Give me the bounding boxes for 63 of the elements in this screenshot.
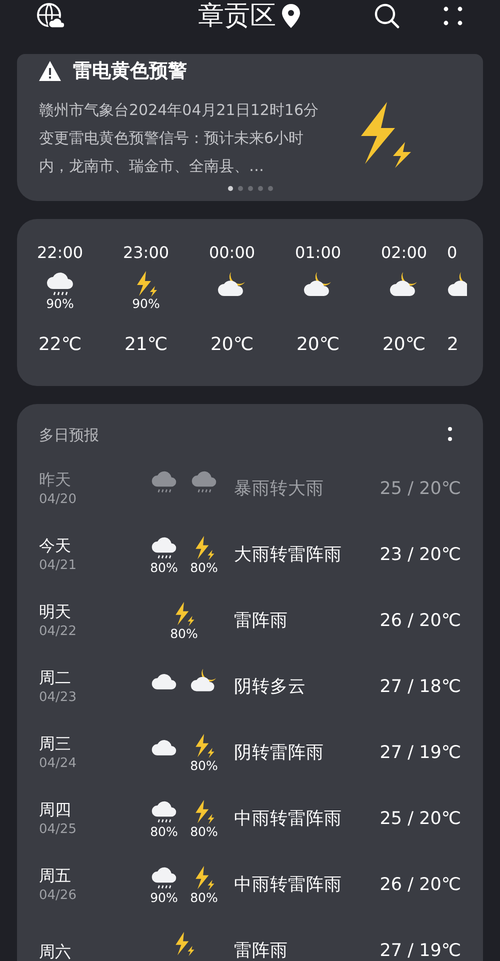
- precip-chance: 90%: [46, 297, 74, 311]
- precip-chance: 80%: [190, 560, 218, 574]
- precip-chance: 80%: [150, 560, 178, 574]
- day-label: 周五: [39, 866, 72, 886]
- weather-description: 雷阵雨: [234, 610, 289, 634]
- hour-temp: 22℃: [38, 333, 82, 357]
- location-pin-icon: [282, 4, 300, 28]
- hour-temp: 20℃: [382, 333, 426, 357]
- hour-temp: 2: [447, 333, 458, 357]
- weather-description: 暴雨转大雨: [234, 478, 325, 502]
- temperature-range: 25 / 20℃: [380, 478, 461, 502]
- day-label: 周三: [39, 734, 72, 754]
- globe-cloud-icon[interactable]: [36, 2, 64, 30]
- day-label: 周四: [39, 800, 72, 820]
- hour-label: 0: [447, 243, 458, 263]
- precip-chance: 80%: [190, 824, 218, 838]
- precip-chance: 80%: [190, 890, 218, 904]
- location-title: 章贡区: [198, 3, 276, 29]
- more-icon[interactable]: [442, 5, 464, 27]
- temperature-range: 26 / 20℃: [380, 874, 461, 898]
- temperature-range: 27 / 18℃: [380, 676, 461, 700]
- weather-description: 阴转雷阵雨: [234, 742, 325, 766]
- day-label: 周六: [39, 942, 72, 961]
- search-icon[interactable]: [374, 3, 400, 29]
- day-label: 今天: [39, 536, 72, 556]
- temperature-range: 23 / 20℃: [380, 544, 461, 568]
- temperature-range: 26 / 20℃: [380, 610, 461, 634]
- warning-card[interactable]: 雷电黄色预警 赣州市气象台2024年04月21日12时16分变更雷电黄色预警信号：预计未来6小时内，龙南市、瑞金市、全南县、…: [17, 54, 483, 201]
- date-label: 04/25: [39, 820, 78, 839]
- weather-description: 中雨转雷阵雨: [234, 874, 343, 898]
- precip-chance: 90%: [132, 297, 160, 311]
- warning-icon: [39, 61, 61, 82]
- hour-label: 23:00: [122, 243, 170, 263]
- date-label: 04/26: [39, 886, 78, 905]
- weather-description: 大雨转雷阵雨: [234, 544, 343, 568]
- warning-text: 赣州市气象台2024年04月21日12时16分变更雷电黄色预警信号：预计未来6小时内，龙南市、瑞金市、全南县、…: [39, 100, 320, 176]
- hour-label: 00:00: [208, 243, 256, 263]
- hour-label: 01:00: [294, 243, 342, 263]
- temperature-range: 25 / 20℃: [380, 808, 461, 832]
- precip-chance: 90%: [150, 890, 178, 904]
- date-label: 04/20: [39, 490, 78, 509]
- date-label: 04/23: [39, 688, 78, 707]
- hour-temp: 20℃: [210, 333, 254, 357]
- precip-chance: 80%: [190, 758, 218, 772]
- weather-description: 雷阵雨: [234, 940, 289, 961]
- precip-chance: 80%: [150, 824, 178, 838]
- section-title: 多日预报: [39, 425, 99, 446]
- date-label: 04/24: [39, 754, 78, 773]
- weather-description: 中雨转雷阵雨: [234, 808, 343, 832]
- hour-temp: 20℃: [296, 333, 340, 357]
- date-label: 04/21: [39, 556, 78, 575]
- hour-label: 22:00: [36, 243, 84, 263]
- day-label: 周二: [39, 668, 72, 688]
- warning-title: 雷电黄色预警: [73, 59, 187, 84]
- temperature-range: 27 / 19℃: [380, 742, 461, 766]
- day-label: 明天: [39, 602, 72, 622]
- hour-temp: 21℃: [124, 333, 168, 357]
- day-label: 昨天: [39, 470, 72, 490]
- precip-chance: 80%: [170, 626, 198, 640]
- hour-label: 02:00: [380, 243, 428, 263]
- temperature-range: 27 / 19℃: [380, 940, 461, 961]
- weather-description: 阴转多云: [234, 676, 307, 700]
- date-label: 04/22: [39, 622, 78, 641]
